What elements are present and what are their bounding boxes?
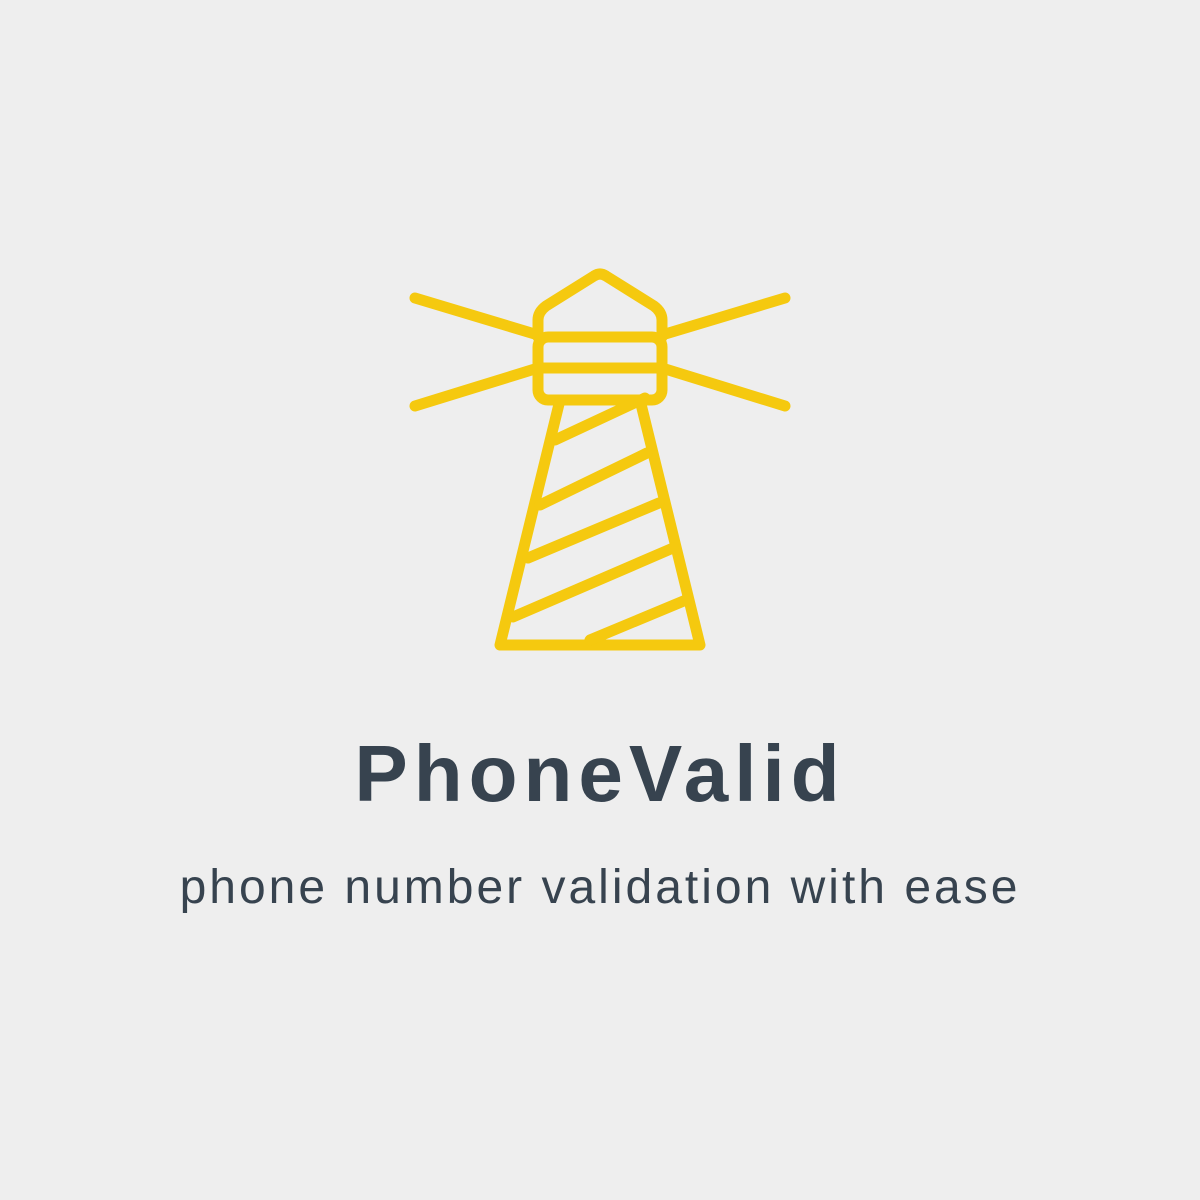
lighthouse-strokes: [409, 268, 791, 651]
tower-stripe: [584, 594, 692, 646]
lighthouse-roof: [532, 268, 668, 343]
beam-upper-right: [656, 292, 791, 341]
brand-tagline: phone number validation with ease: [179, 861, 1021, 914]
tower-stripe: [522, 497, 665, 564]
lighthouse-icon: [409, 268, 791, 651]
beam-lower-left: [409, 362, 544, 412]
beam-lower-right: [656, 362, 791, 412]
splash-canvas: PhoneValid phone number validation with …: [0, 0, 1200, 1200]
brand-name: PhoneValid: [354, 729, 846, 818]
beam-upper-left: [409, 292, 544, 341]
tower-stripe: [534, 447, 653, 511]
